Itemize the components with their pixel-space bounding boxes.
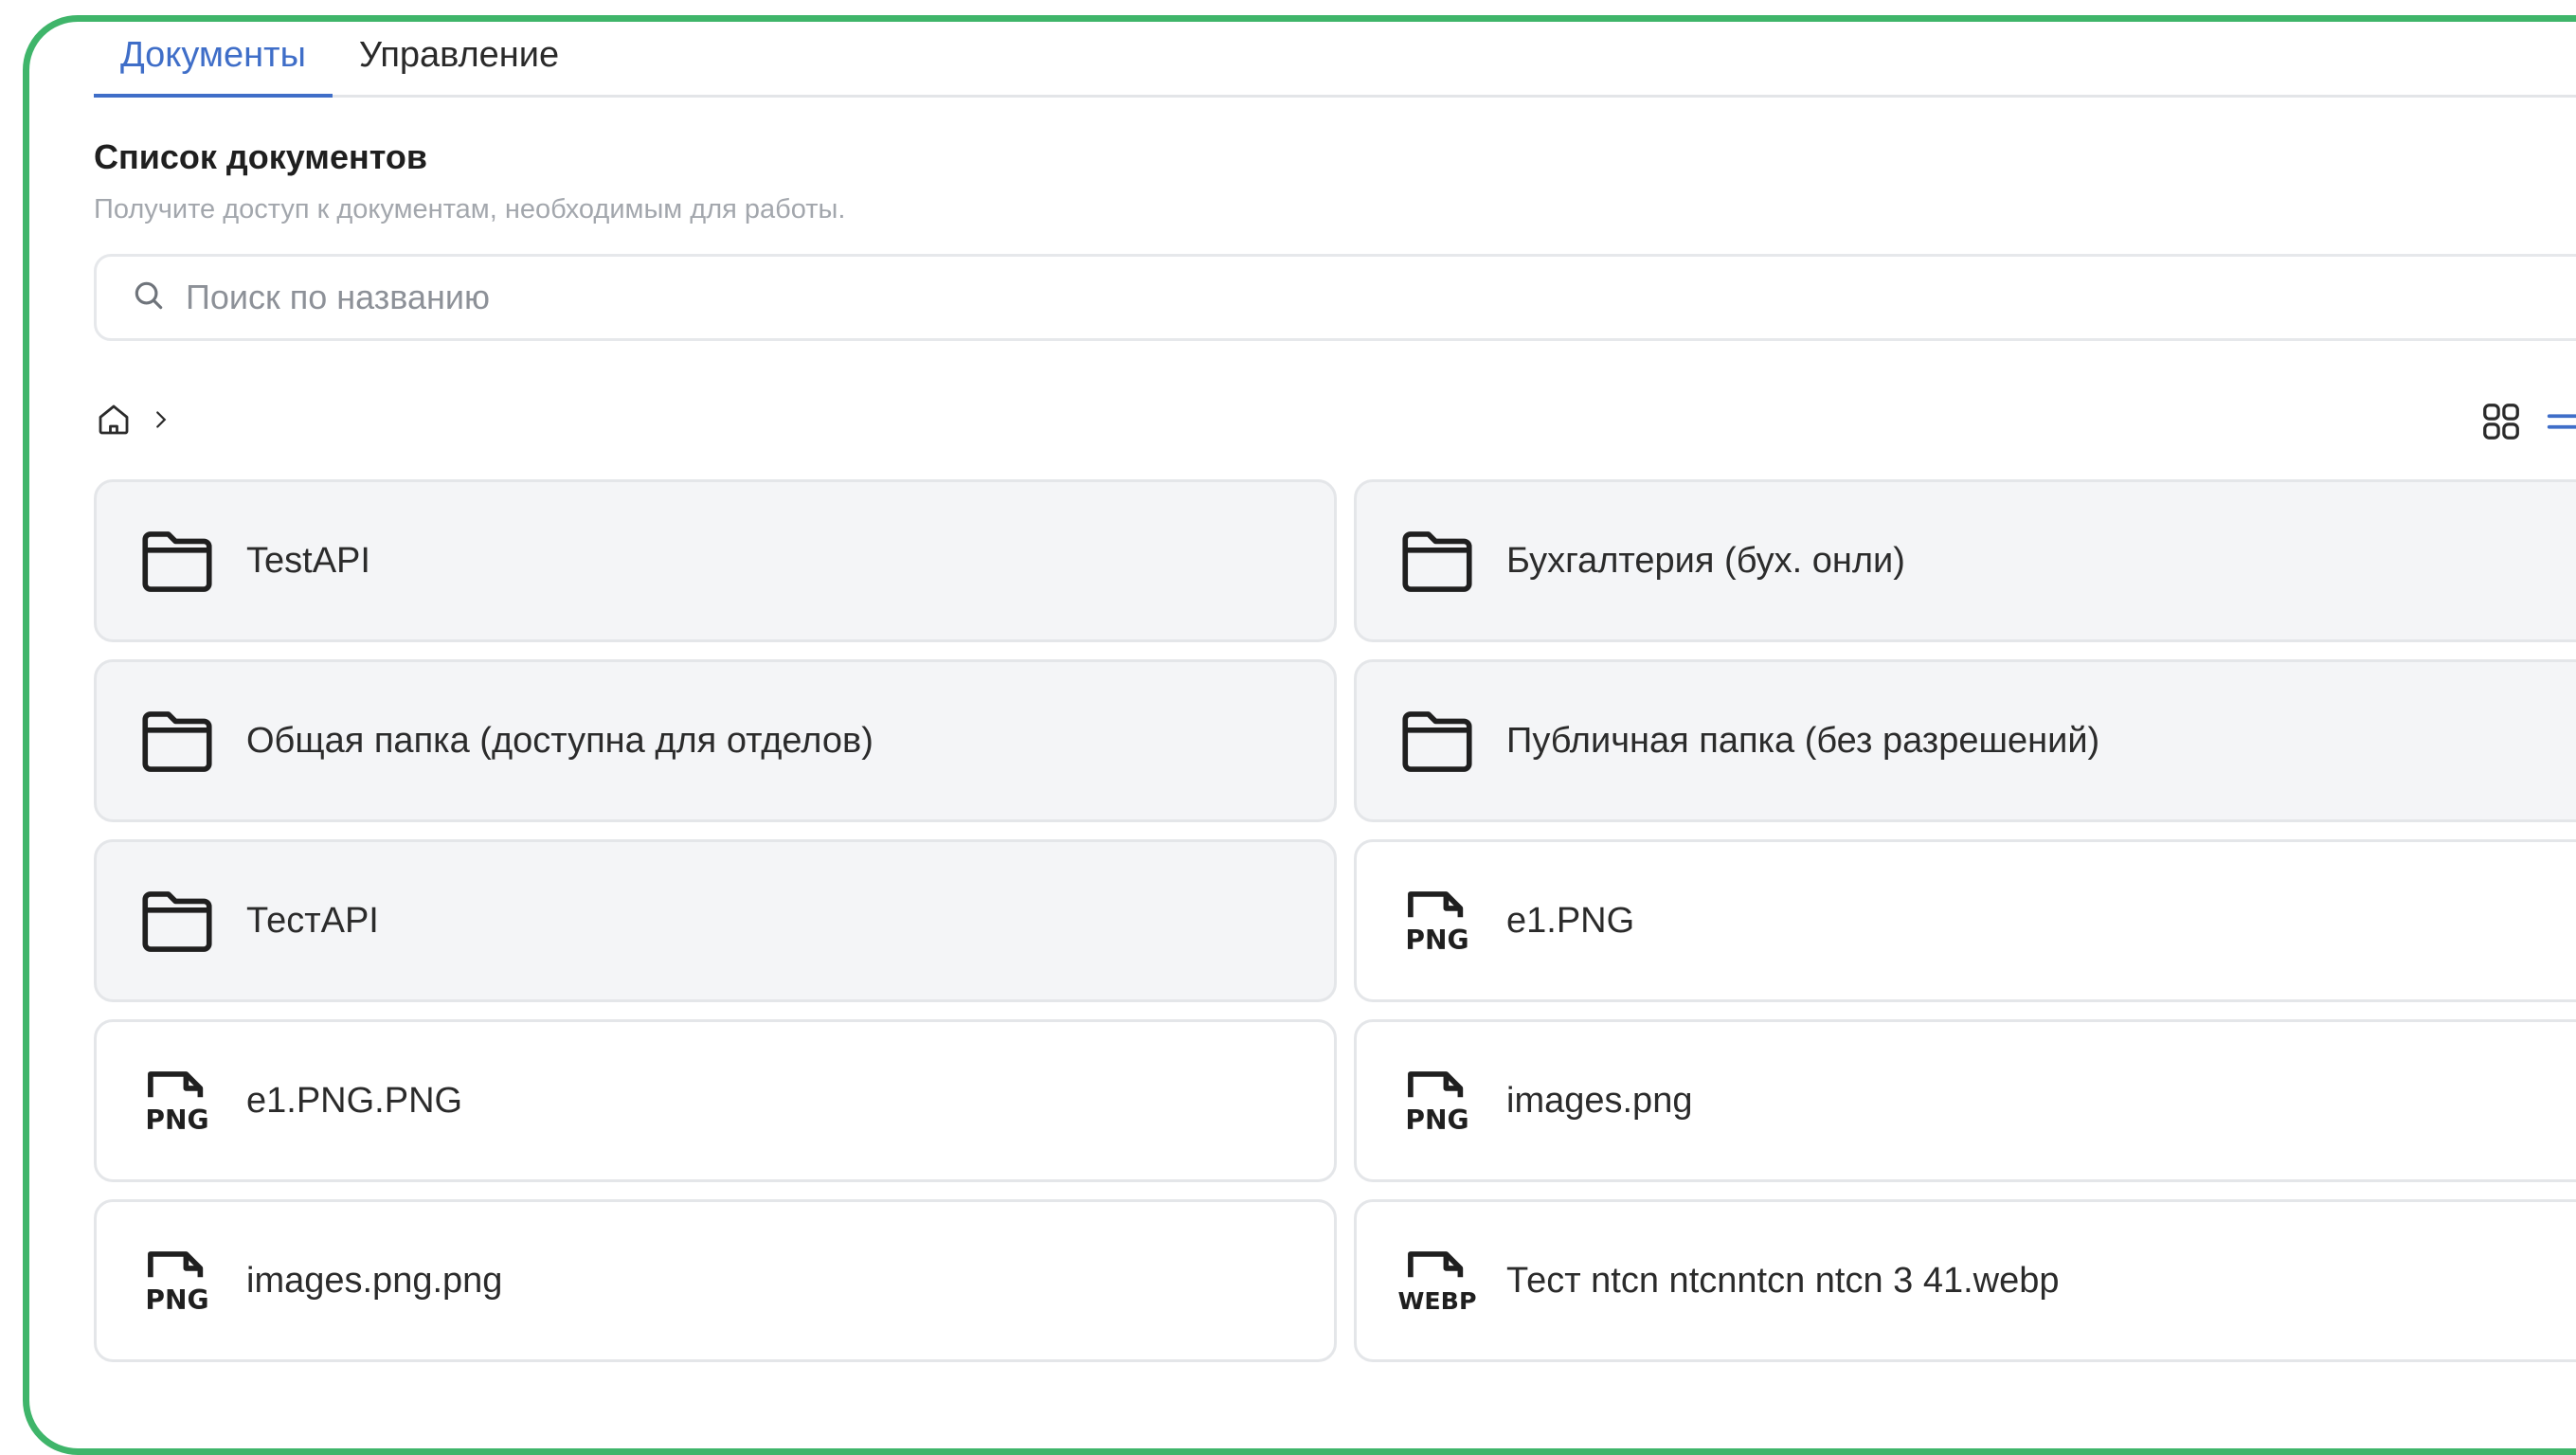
svg-text:PNG: PNG (145, 1105, 208, 1136)
documents-page: Документы Управление Список документов П… (94, 22, 2576, 1362)
folder-item[interactable]: TestAPI (94, 479, 1337, 642)
grid-view-icon[interactable] (2479, 400, 2523, 448)
png-file-icon: PNG (1395, 1058, 1480, 1143)
window-frame: Документы Управление Список документов П… (23, 15, 2576, 1455)
folder-icon (135, 878, 220, 963)
item-name: e1.PNG (1506, 900, 1635, 941)
page-title: Список документов (94, 137, 427, 176)
svg-text:PNG: PNG (1405, 925, 1468, 956)
toolbar (94, 400, 2576, 449)
page-subtitle: Получите доступ к документам, необходимы… (94, 194, 846, 225)
file-item[interactable]: PNG e1.PNG.PNG (94, 1019, 1337, 1182)
png-file-icon: PNG (1395, 878, 1480, 963)
file-item[interactable]: WEBP Тест ntcn ntcnntcn ntcn 3 41.webp (1354, 1199, 2576, 1362)
documents-grid: TestAPI Бухгалтерия (бух. онли) Общая папк… (94, 479, 2576, 1362)
folder-item[interactable]: ТестAPI (94, 839, 1337, 1002)
search-input[interactable] (186, 278, 1323, 317)
tab-management[interactable]: Управление (333, 35, 585, 95)
folder-icon (1395, 518, 1480, 603)
tab-documents[interactable]: Документы (94, 35, 333, 98)
item-name: Тест ntcn ntcnntcn ntcn 3 41.webp (1506, 1260, 2060, 1301)
folder-icon (135, 698, 220, 783)
item-name: images.png.png (246, 1260, 503, 1301)
search-box[interactable] (94, 254, 2576, 341)
view-toggle (2479, 400, 2576, 448)
item-name: e1.PNG.PNG (246, 1080, 463, 1121)
item-name: Публичная папка (без разрешений) (1506, 720, 2100, 761)
folder-icon (1395, 698, 1480, 783)
svg-text:PNG: PNG (1405, 1105, 1468, 1136)
file-item[interactable]: PNG e1.PNG (1354, 839, 2576, 1002)
search-icon (131, 278, 167, 318)
folder-item[interactable]: Бухгалтерия (бух. онли) (1354, 479, 2576, 642)
folder-item[interactable]: Общая папка (доступна для отделов) (94, 659, 1337, 822)
item-name: images.png (1506, 1080, 1693, 1121)
png-file-icon: PNG (135, 1058, 220, 1143)
png-file-icon: PNG (135, 1238, 220, 1323)
home-icon[interactable] (94, 400, 134, 444)
item-name: Общая папка (доступна для отделов) (246, 720, 874, 761)
item-name: TestAPI (246, 540, 370, 581)
svg-text:WEBP: WEBP (1397, 1287, 1476, 1315)
chevron-right-icon (147, 405, 175, 439)
item-name: Бухгалтерия (бух. онли) (1506, 540, 1905, 581)
list-view-icon[interactable] (2544, 400, 2576, 448)
tab-bar: Документы Управление (94, 22, 2576, 98)
webp-file-icon: WEBP (1395, 1238, 1480, 1323)
folder-icon (135, 518, 220, 603)
breadcrumb (94, 400, 2576, 444)
file-item[interactable]: PNG images.png.png (94, 1199, 1337, 1362)
folder-item[interactable]: Публичная папка (без разрешений) (1354, 659, 2576, 822)
file-item[interactable]: PNG images.png (1354, 1019, 2576, 1182)
svg-text:PNG: PNG (145, 1284, 208, 1316)
item-name: ТестAPI (246, 900, 379, 941)
